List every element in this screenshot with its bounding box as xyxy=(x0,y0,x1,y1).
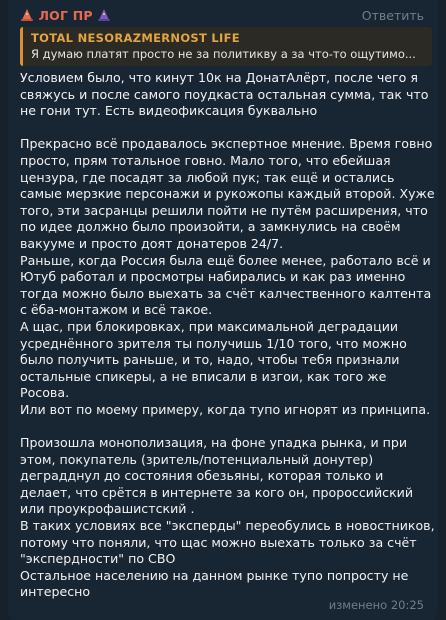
wizard-hat-icon xyxy=(20,8,34,25)
paragraph: Раньше, когда Россия была ещё более мене… xyxy=(20,252,432,318)
author-name[interactable]: ЛОГ ПР xyxy=(39,8,93,23)
message-meta: изменено 20:25 xyxy=(329,598,424,612)
quote-author: TOTAL NESORAZMERNOST LIFE xyxy=(31,31,240,45)
paragraph: Условием было, что кинут 10к на ДонатАлё… xyxy=(20,70,429,119)
paragraph: Остальное населению на данном рынке тупо… xyxy=(20,567,409,600)
reply-button[interactable]: Ответить xyxy=(362,8,424,23)
message-bubble: ЛОГ ПР Ответить TOTAL NESORAZMERNOST LIF… xyxy=(8,0,438,620)
paragraph: А щас, при блокировках, при максимальной… xyxy=(20,318,407,401)
message-header: ЛОГ ПР xyxy=(20,8,111,26)
edited-label: изменено xyxy=(328,598,388,612)
quote-text: Я думаю платят просто не за политикву а … xyxy=(31,47,416,61)
paragraph: Произошла монополизация, на фоне упадка … xyxy=(20,435,414,517)
message-time: 20:25 xyxy=(390,598,424,612)
paragraph: Прекрасно всё продавалось экспертное мне… xyxy=(20,136,435,251)
message-text: Условием было, что кинут 10к на ДонатАлё… xyxy=(20,70,436,601)
paragraph: В таких условиях все "эксперды" переобул… xyxy=(20,518,435,567)
reply-quote[interactable]: TOTAL NESORAZMERNOST LIFE Я думаю платят… xyxy=(20,27,432,66)
paragraph: Или вот по моему примеру, когда тупо игн… xyxy=(20,401,431,417)
wizard-hat-icon xyxy=(97,8,111,25)
